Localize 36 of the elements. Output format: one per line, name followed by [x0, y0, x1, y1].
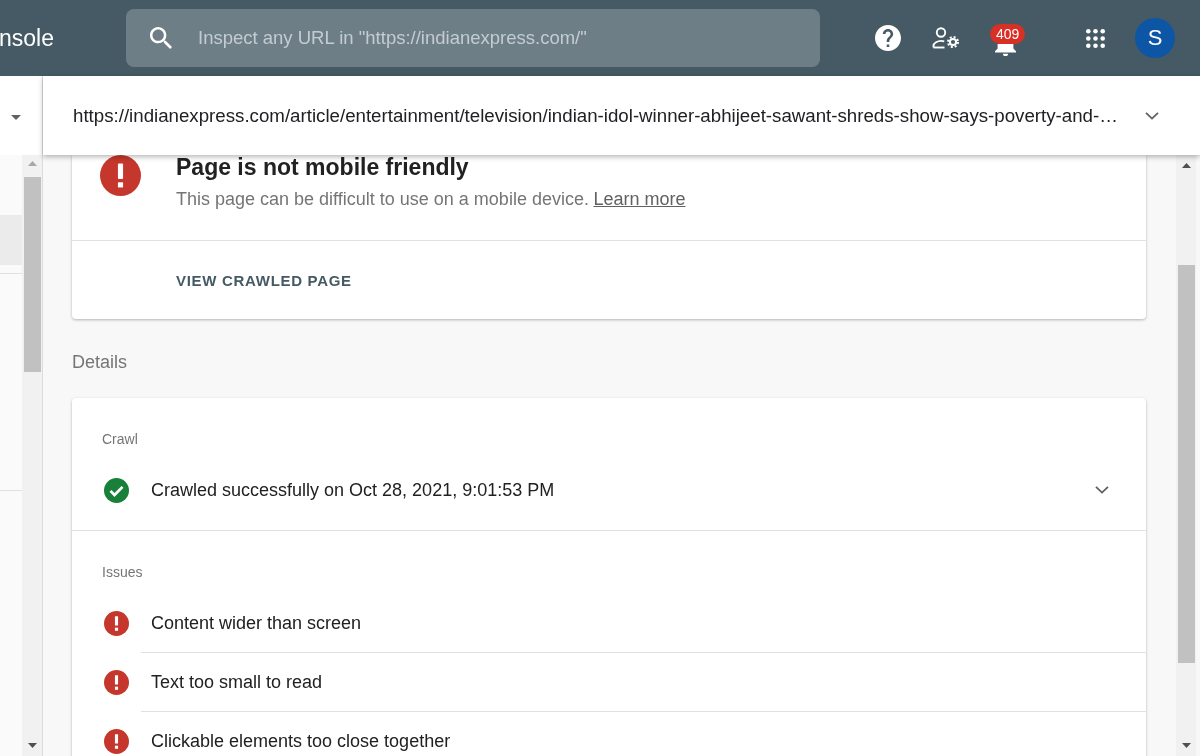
- url-selector[interactable]: https://indianexpress.com/article/entertainment/television/indian-idol-winner-abhijeet-sawant-shreds-show-says-poverty-and-…: [43, 76, 1200, 155]
- scrollbar[interactable]: [1176, 155, 1196, 756]
- bell-icon[interactable]: [995, 43, 1016, 57]
- notification-count: 409: [990, 23, 1026, 44]
- search-icon: [150, 27, 172, 49]
- status-text: Crawled successfully on Oct 28, 2021, 9:01:53 PM: [151, 479, 555, 501]
- view-crawled-page-button[interactable]: VIEW CRAWLED PAGE: [168, 263, 360, 297]
- section-label: Issues: [102, 564, 144, 580]
- expand-chevron-icon[interactable]: [1145, 111, 1159, 120]
- avatar[interactable]: S: [1135, 18, 1175, 58]
- scroll-down-arrow-icon[interactable]: [27, 742, 37, 748]
- result-description: This page can be difficult to use on a mobile device. Learn more: [176, 188, 687, 210]
- person-gear-icon[interactable]: [932, 27, 960, 49]
- scroll-up-arrow-icon[interactable]: [1181, 162, 1191, 168]
- learn-more-link[interactable]: Learn more: [593, 189, 686, 209]
- expand-chevron-icon[interactable]: [1095, 486, 1109, 494]
- dropdown-caret-icon[interactable]: [11, 114, 21, 120]
- check-circle-icon: [104, 478, 129, 503]
- result-title: Page is not mobile friendly: [176, 155, 470, 179]
- scrollbar-thumb[interactable]: [23, 177, 41, 372]
- section-label: Crawl: [102, 431, 139, 447]
- exclamation-circle-icon: [104, 611, 129, 636]
- status-text: Content wider than screen: [151, 612, 362, 634]
- search-input[interactable]: Inspect any URL in "https://indianexpress.com/": [198, 26, 796, 50]
- scrollbar-thumb[interactable]: [1177, 265, 1195, 663]
- status-text: Text too small to read: [151, 671, 323, 693]
- search-field[interactable]: Inspect any URL in "https://indianexpress.com/": [126, 9, 820, 67]
- exclamation-circle-icon: [104, 670, 129, 695]
- apps-grid-icon[interactable]: [1086, 28, 1105, 48]
- details-heading: Details: [72, 352, 129, 372]
- app-title: nsole: [0, 24, 54, 52]
- inspected-url: https://indianexpress.com/article/entertainment/television/indian-idol-winner-abhijeet-sawant-shreds-show-says-poverty-and-…: [73, 104, 1118, 127]
- status-text: Clickable elements too close together: [151, 730, 451, 752]
- scroll-down-arrow-icon[interactable]: [1181, 742, 1191, 748]
- scrollbar[interactable]: [22, 155, 42, 756]
- help-icon[interactable]: [875, 25, 901, 51]
